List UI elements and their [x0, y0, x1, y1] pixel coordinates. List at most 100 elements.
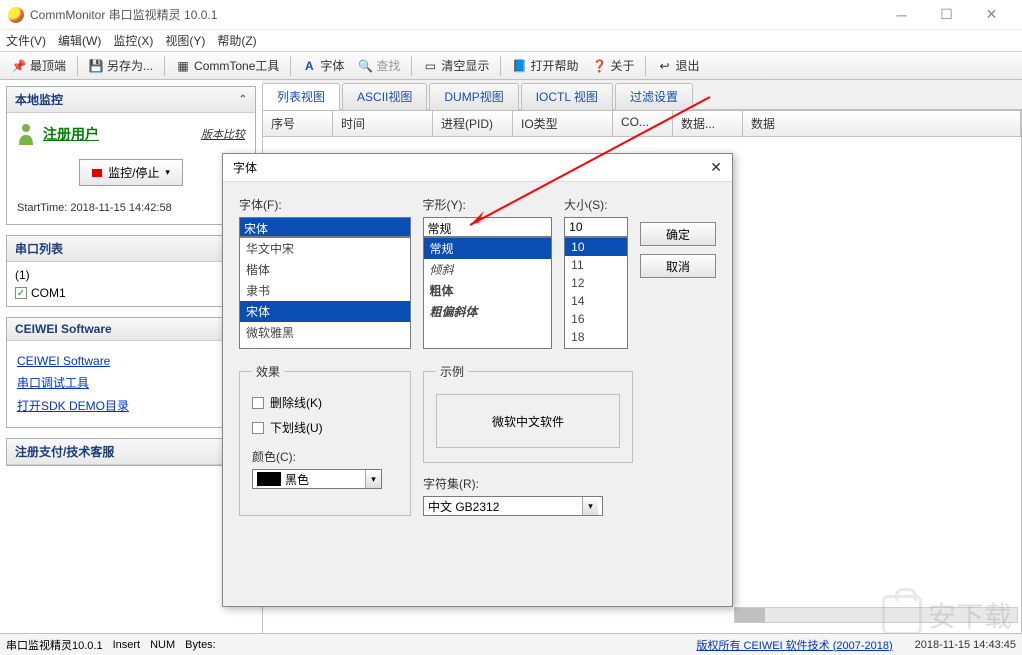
panel-header-com[interactable]: 串口列表⌃ [7, 236, 255, 262]
font-option[interactable]: 华文中宋 [240, 238, 410, 259]
size-option[interactable]: 18 [565, 328, 627, 346]
underline-checkbox[interactable]: 下划线(U) [252, 415, 398, 440]
col-datalen[interactable]: 数据... [673, 111, 743, 136]
size-option[interactable]: 16 [565, 310, 627, 328]
font-input[interactable]: 宋体 [239, 217, 411, 237]
font-option[interactable]: 宋体 [240, 301, 410, 322]
tab-ioctl-view[interactable]: IOCTL 视图 [521, 83, 613, 110]
checkbox-icon [252, 422, 264, 434]
tab-ascii-view[interactable]: ASCII视图 [342, 83, 427, 110]
col-co[interactable]: CO... [613, 111, 673, 136]
style-option[interactable]: 倾斜 [424, 259, 552, 280]
record-icon [92, 169, 102, 177]
exit-button[interactable]: ↩退出 [651, 55, 705, 76]
charset-label: 字符集(R): [423, 475, 633, 492]
com-item[interactable]: ✓ COM1 [15, 284, 247, 302]
horizontal-scrollbar[interactable] [734, 607, 1018, 623]
tool-icon: ▦ [176, 59, 190, 73]
style-option[interactable]: 粗体 [424, 280, 552, 301]
panel-com-list: 串口列表⌃ (1) ✓ COM1 [6, 235, 256, 307]
ceiwei-link[interactable]: CEIWEI Software [17, 351, 245, 371]
menubar: 文件(V) 编辑(W) 监控(X) 视图(Y) 帮助(Z) [0, 30, 1022, 52]
size-option[interactable]: 12 [565, 274, 627, 292]
style-option[interactable]: 常规 [424, 238, 552, 259]
start-time-label: StartTime: 2018-11-15 14:42:58 [17, 202, 245, 214]
app-icon [8, 7, 24, 23]
close-button[interactable]: ✕ [969, 0, 1014, 30]
dropdown-icon: ▾ [365, 470, 381, 488]
charset-select[interactable]: 中文 GB2312 ▾ [423, 496, 603, 516]
monitor-stop-button[interactable]: 监控/停止 ▾ [79, 159, 183, 186]
size-option[interactable]: 10 [565, 238, 627, 256]
color-select[interactable]: 黑色 ▾ [252, 469, 382, 489]
effects-legend: 效果 [252, 363, 284, 380]
panel-local-monitor: 本地监控⌃ 注册用户 版本比较 监控/停止 ▾ StartTime: 2018-… [6, 86, 256, 225]
ok-button[interactable]: 确定 [640, 222, 716, 246]
font-option[interactable]: 新宋体 [240, 343, 410, 349]
find-button[interactable]: 🔍查找 [352, 55, 406, 76]
maximize-button[interactable]: ☐ [924, 0, 969, 30]
font-option[interactable]: 微软雅黑 [240, 322, 410, 343]
cancel-button[interactable]: 取消 [640, 254, 716, 278]
sample-legend: 示例 [436, 363, 468, 380]
tab-list-view[interactable]: 列表视图 [262, 83, 340, 110]
style-option[interactable]: 粗偏斜体 [424, 301, 552, 322]
font-label: 字体(F): [239, 196, 411, 213]
size-input[interactable]: 10 [564, 217, 628, 237]
font-list[interactable]: 华文中宋 楷体 隶书 宋体 微软雅黑 新宋体 幼圆 [239, 237, 411, 349]
copyright-link[interactable]: 版权所有 CEIWEI 软件技术 (2007-2018) [696, 637, 892, 653]
menu-file[interactable]: 文件(V) [6, 32, 46, 49]
tab-dump-view[interactable]: DUMP视图 [429, 83, 518, 110]
size-option[interactable]: 11 [565, 256, 627, 274]
dialog-title: 字体 [233, 159, 257, 176]
register-user-link[interactable]: 注册用户 [43, 124, 99, 144]
commtone-button[interactable]: ▦CommTone工具 [170, 55, 285, 76]
sdk-demo-link[interactable]: 打开SDK DEMO目录 [17, 394, 245, 417]
status-insert: Insert [113, 639, 141, 651]
strikethrough-checkbox[interactable]: 删除线(K) [252, 390, 398, 415]
font-dialog: 字体 ✕ 字体(F): 宋体 华文中宋 楷体 隶书 宋体 微软雅黑 新宋体 幼圆… [222, 153, 733, 607]
style-input[interactable]: 常规 [423, 217, 553, 237]
panel-ceiwei: CEIWEI Software⌃ CEIWEI Software 串口调试工具 … [6, 317, 256, 428]
col-seq[interactable]: 序号 [263, 111, 333, 136]
dialog-titlebar: 字体 ✕ [223, 154, 732, 182]
menu-help[interactable]: 帮助(Z) [217, 32, 256, 49]
clear-button[interactable]: ▭清空显示 [417, 55, 495, 76]
font-button[interactable]: A字体 [296, 55, 350, 76]
menu-monitor[interactable]: 监控(X) [113, 32, 153, 49]
col-iotype[interactable]: IO类型 [513, 111, 613, 136]
menu-view[interactable]: 视图(Y) [165, 32, 205, 49]
search-icon: 🔍 [358, 59, 372, 73]
dropdown-icon: ▾ [582, 497, 598, 515]
com-count: (1) [15, 266, 247, 284]
help-button[interactable]: 📘打开帮助 [506, 55, 584, 76]
pin-icon: 📌 [12, 59, 26, 73]
panel-header-local[interactable]: 本地监控⌃ [7, 87, 255, 113]
minimize-button[interactable]: ─ [879, 0, 924, 30]
style-list[interactable]: 常规 倾斜 粗体 粗偏斜体 [423, 237, 553, 349]
top-button[interactable]: 📌最顶端 [6, 55, 72, 76]
window-controls: ─ ☐ ✕ [879, 0, 1014, 30]
size-option[interactable]: 14 [565, 292, 627, 310]
dialog-close-button[interactable]: ✕ [710, 159, 722, 176]
version-compare-link[interactable]: 版本比较 [201, 126, 245, 142]
dropdown-icon: ▾ [165, 167, 170, 178]
col-time[interactable]: 时间 [333, 111, 433, 136]
col-data[interactable]: 数据 [743, 111, 1021, 136]
debug-tool-link[interactable]: 串口调试工具 [17, 371, 245, 394]
col-pid[interactable]: 进程(PID) [433, 111, 513, 136]
statusbar: 串口监视精灵10.0.1 Insert NUM Bytes: 版权所有 CEIW… [0, 633, 1022, 655]
status-bytes: Bytes: [185, 639, 216, 651]
font-option[interactable]: 隶书 [240, 280, 410, 301]
saveas-button[interactable]: 💾另存为... [83, 55, 159, 76]
save-icon: 💾 [89, 59, 103, 73]
font-option[interactable]: 楷体 [240, 259, 410, 280]
style-label: 字形(Y): [423, 196, 553, 213]
size-list[interactable]: 10 11 12 14 16 18 20 [564, 237, 628, 349]
checkbox-icon[interactable]: ✓ [15, 287, 27, 299]
menu-edit[interactable]: 编辑(W) [58, 32, 101, 49]
panel-header-payment[interactable]: 注册支付/技术客服⌃ [7, 439, 255, 465]
tab-filter[interactable]: 过滤设置 [615, 83, 693, 110]
panel-header-ceiwei[interactable]: CEIWEI Software⌃ [7, 318, 255, 341]
about-button[interactable]: ❓关于 [586, 55, 640, 76]
